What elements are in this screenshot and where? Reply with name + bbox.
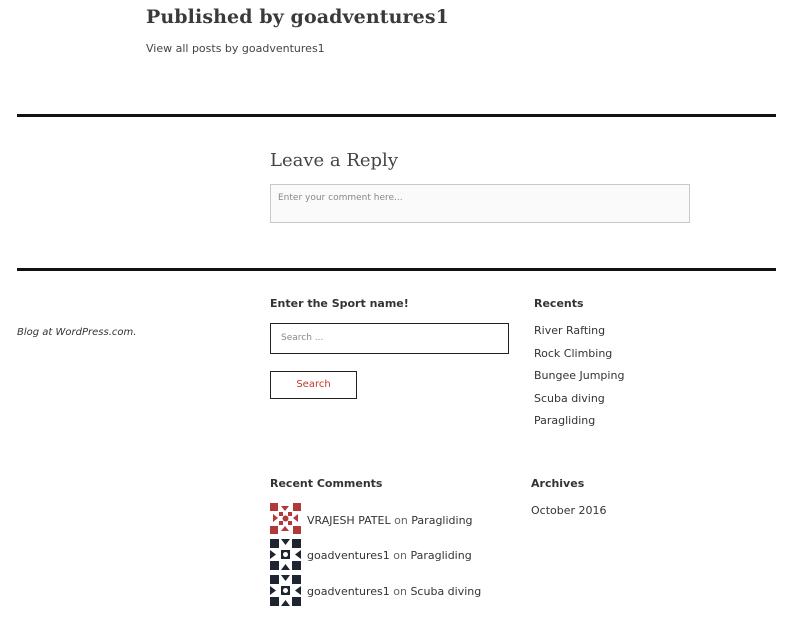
archive-link[interactable]: October 2016 xyxy=(531,504,607,517)
recent-post-link[interactable]: Scuba diving xyxy=(534,392,605,405)
avatar-identicon-icon[interactable] xyxy=(270,503,301,534)
recent-comment-item: goadventures1 on Paragliding xyxy=(307,549,472,562)
comment-author-link[interactable]: VRAJESH PATEL xyxy=(307,514,391,527)
archives-title: Archives xyxy=(531,477,585,490)
comment-textarea[interactable]: Enter your comment here... xyxy=(270,184,690,223)
comment-on-label: on xyxy=(393,549,407,562)
recent-comments-title: Recent Comments xyxy=(270,477,383,490)
recents-widget-title: Recents xyxy=(534,297,584,310)
divider xyxy=(17,114,776,117)
comment-post-link[interactable]: Paragliding xyxy=(410,549,471,562)
view-all-posts-link[interactable]: View all posts by goadventures1 xyxy=(146,42,325,55)
recent-post-link[interactable]: River Rafting xyxy=(534,324,605,337)
avatar-identicon-icon[interactable] xyxy=(270,575,301,606)
comment-post-link[interactable]: Scuba diving xyxy=(410,585,481,598)
comment-post-link[interactable]: Paragliding xyxy=(411,514,472,527)
avatar-identicon-icon[interactable] xyxy=(270,539,301,570)
reply-title: Leave a Reply xyxy=(270,150,398,171)
comment-author-link[interactable]: goadventures1 xyxy=(307,549,390,562)
comment-on-label: on xyxy=(394,514,408,527)
recent-post-link[interactable]: Rock Climbing xyxy=(534,347,612,360)
recent-comment-item: VRAJESH PATEL on Paragliding xyxy=(307,514,473,527)
search-input[interactable]: Search ... xyxy=(270,323,509,354)
search-button[interactable]: Search xyxy=(270,371,357,399)
recent-comment-item: goadventures1 on Scuba diving xyxy=(307,585,481,598)
comment-on-label: on xyxy=(393,585,407,598)
divider xyxy=(17,268,776,271)
comment-author-link[interactable]: goadventures1 xyxy=(307,585,390,598)
search-widget-title: Enter the Sport name! xyxy=(270,297,409,310)
recent-post-link[interactable]: Paragliding xyxy=(534,414,595,427)
recent-post-link[interactable]: Bungee Jumping xyxy=(534,369,624,382)
author-title: Published by goadventures1 xyxy=(146,6,449,28)
wordpress-credit-link[interactable]: Blog at WordPress.com. xyxy=(17,327,136,338)
